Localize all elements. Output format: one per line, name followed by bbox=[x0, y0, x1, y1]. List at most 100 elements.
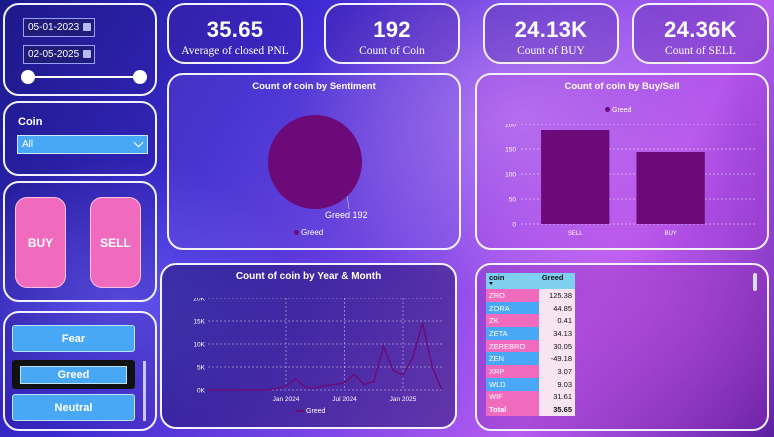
end-date-input[interactable]: 02-05-2025 bbox=[23, 45, 95, 64]
table-cell-greed: 34.13 bbox=[538, 327, 575, 340]
pie-data-label: Greed 192 bbox=[325, 210, 368, 220]
table-header-coin[interactable]: coin bbox=[486, 273, 539, 289]
table-cell-greed: 30.05 bbox=[538, 339, 575, 353]
sentiment-button-greed[interactable]: Greed bbox=[20, 366, 127, 384]
table-row[interactable]: ZRO 125.38 bbox=[486, 289, 575, 302]
y-tick-label: 15K bbox=[193, 319, 205, 326]
y-tick-label: 20K bbox=[193, 298, 205, 303]
y-tick-label: 5K bbox=[197, 365, 206, 372]
table-cell-coin: ZEREBRO bbox=[486, 339, 539, 353]
kpi-value: 24.13K bbox=[514, 17, 588, 42]
buy-button-label: BUY bbox=[27, 235, 54, 250]
table-cell-coin: ZK bbox=[486, 314, 539, 328]
table-cell-coin: ZEN bbox=[486, 352, 539, 366]
y-tick-label: 0 bbox=[512, 222, 516, 229]
table-row[interactable]: ZK 0.41 bbox=[486, 314, 575, 328]
kpi-label: Count of Coin bbox=[359, 45, 425, 57]
table-cell-greed: 9.03 bbox=[538, 377, 575, 391]
end-date-value: 02-05-2025 bbox=[28, 49, 80, 60]
date-filter-panel: 05-01-2023 02-05-2025 bbox=[3, 3, 157, 96]
y-tick-label: 0K bbox=[197, 388, 206, 395]
x-tick-label: BUY bbox=[664, 231, 676, 237]
y-tick-label: 10K bbox=[193, 342, 205, 349]
table-row[interactable]: ZEREBRO 30.05 bbox=[486, 339, 575, 353]
coin-filter-label: Coin bbox=[18, 116, 43, 128]
legend-label: Greed bbox=[301, 228, 324, 237]
date-slider-track[interactable] bbox=[27, 76, 139, 78]
line-chart-svg: 20K 15K 10K 5K 0K Jan 2024 Jul 2024 Jan 2025 bbox=[193, 296, 443, 403]
table-row[interactable]: ZEN -49.18 bbox=[486, 352, 575, 366]
table-cell-coin: WIF bbox=[486, 390, 539, 404]
legend-label: Greed bbox=[306, 408, 326, 415]
table-total-value: 35.65 bbox=[538, 403, 575, 416]
line-plot-area: 20K 15K 10K 5K 0K Jan 2024 Jul 2024 Jan 2025 bbox=[186, 296, 450, 403]
table-cell-greed: 0.41 bbox=[538, 314, 575, 328]
table-row[interactable]: WIF 31.61 bbox=[486, 390, 575, 404]
table-row[interactable]: ZETA 34.13 bbox=[486, 327, 575, 340]
x-tick-label: Jan 2024 bbox=[273, 396, 300, 403]
year-month-line-panel: Count of coin by Year & Month 20K 15K 10K 5… bbox=[160, 263, 457, 429]
x-tick-label: SELL bbox=[568, 231, 583, 237]
line-series-greed[interactable] bbox=[208, 322, 443, 391]
pie-chart bbox=[268, 115, 362, 210]
bar-plot-area: 200 150 100 50 0 SELL BUY bbox=[503, 122, 761, 237]
table-header-greed[interactable]: Greed bbox=[539, 273, 575, 289]
coin-dropdown[interactable]: All bbox=[17, 135, 148, 154]
sentiment-button-neutral[interactable]: Neutral bbox=[12, 394, 135, 421]
kpi-count-buy: 24.13K Count of BUY bbox=[483, 3, 619, 64]
legend-dot bbox=[294, 230, 299, 235]
table-cell-coin: ZRO bbox=[486, 289, 539, 302]
table-total-row: Total 35.65 bbox=[486, 403, 575, 416]
table-cell-coin: WLD bbox=[486, 377, 539, 391]
x-tick-label: Jul 2024 bbox=[332, 396, 357, 403]
kpi-count-sell: 24.36K Count of SELL bbox=[632, 3, 769, 64]
table-cell-coin: ZORA bbox=[486, 301, 539, 315]
date-slider-start-handle[interactable] bbox=[21, 70, 35, 84]
table-cell-coin: XRP bbox=[486, 365, 539, 378]
coin-table-panel: coin Greed ZRO 125.38 ZORA 44.85 ZK 0.41 ZETA 3… bbox=[475, 263, 769, 431]
calendar-icon[interactable] bbox=[83, 23, 91, 31]
y-tick-label: 200 bbox=[505, 124, 516, 129]
chart-title: Count of coin by Year & Month bbox=[235, 271, 382, 282]
legend-label: Greed bbox=[612, 107, 632, 114]
calendar-icon[interactable] bbox=[83, 50, 91, 58]
sentiment-button-label: Greed bbox=[57, 369, 90, 381]
sentiment-button-label: Fear bbox=[61, 332, 86, 345]
sort-desc-icon[interactable] bbox=[489, 282, 493, 285]
bar-buy[interactable] bbox=[636, 152, 705, 224]
bar-sell[interactable] bbox=[541, 130, 610, 224]
date-slider-end-handle[interactable] bbox=[133, 70, 147, 84]
table-row[interactable]: XRP 3.07 bbox=[486, 365, 575, 378]
sell-button[interactable]: SELL bbox=[90, 197, 141, 288]
start-date-input[interactable]: 05-01-2023 bbox=[23, 18, 95, 37]
table-row[interactable]: ZORA 44.85 bbox=[486, 301, 575, 315]
pie-slice-greed[interactable] bbox=[268, 115, 362, 209]
table-scrollbar[interactable] bbox=[753, 273, 757, 291]
legend-dot bbox=[605, 107, 610, 112]
kpi-label: Count of BUY bbox=[517, 45, 585, 57]
sentiment-button-fear[interactable]: Fear bbox=[12, 325, 135, 352]
coin-dropdown-value: All bbox=[22, 139, 34, 150]
table-cell-coin: ZETA bbox=[486, 327, 539, 340]
start-date-value: 05-01-2023 bbox=[28, 22, 80, 33]
chart-legend: Greed bbox=[296, 408, 325, 415]
table-total-label: Total bbox=[486, 403, 539, 416]
sentiment-scrollbar[interactable] bbox=[143, 361, 146, 421]
chart-legend: Greed bbox=[294, 228, 323, 237]
kpi-value: 192 bbox=[373, 17, 411, 42]
buy-sell-bar-panel: Count of coin by Buy/Sell Greed 200 150 10… bbox=[475, 73, 769, 250]
buy-button[interactable]: BUY bbox=[15, 197, 66, 288]
sentiment-pie-panel: Count of coin by Sentiment Greed 192 Gre… bbox=[167, 73, 461, 250]
chart-title: Count of coin by Buy/Sell bbox=[564, 81, 680, 92]
chevron-down-icon[interactable] bbox=[133, 137, 144, 148]
x-tick-label: Jan 2025 bbox=[390, 396, 417, 403]
kpi-value: 24.36K bbox=[664, 17, 737, 42]
table-cell-greed: 31.61 bbox=[538, 390, 575, 404]
y-tick-label: 100 bbox=[505, 172, 516, 179]
kpi-avg-closed-pnl: 35.65 Average of closed PNL bbox=[167, 3, 303, 64]
kpi-count-coin: 192 Count of Coin bbox=[324, 3, 460, 64]
table-cell-greed: -49.18 bbox=[538, 352, 575, 366]
kpi-label: Average of closed PNL bbox=[181, 45, 289, 57]
table-cell-greed: 44.85 bbox=[538, 301, 575, 315]
table-row[interactable]: WLD 9.03 bbox=[486, 377, 575, 391]
